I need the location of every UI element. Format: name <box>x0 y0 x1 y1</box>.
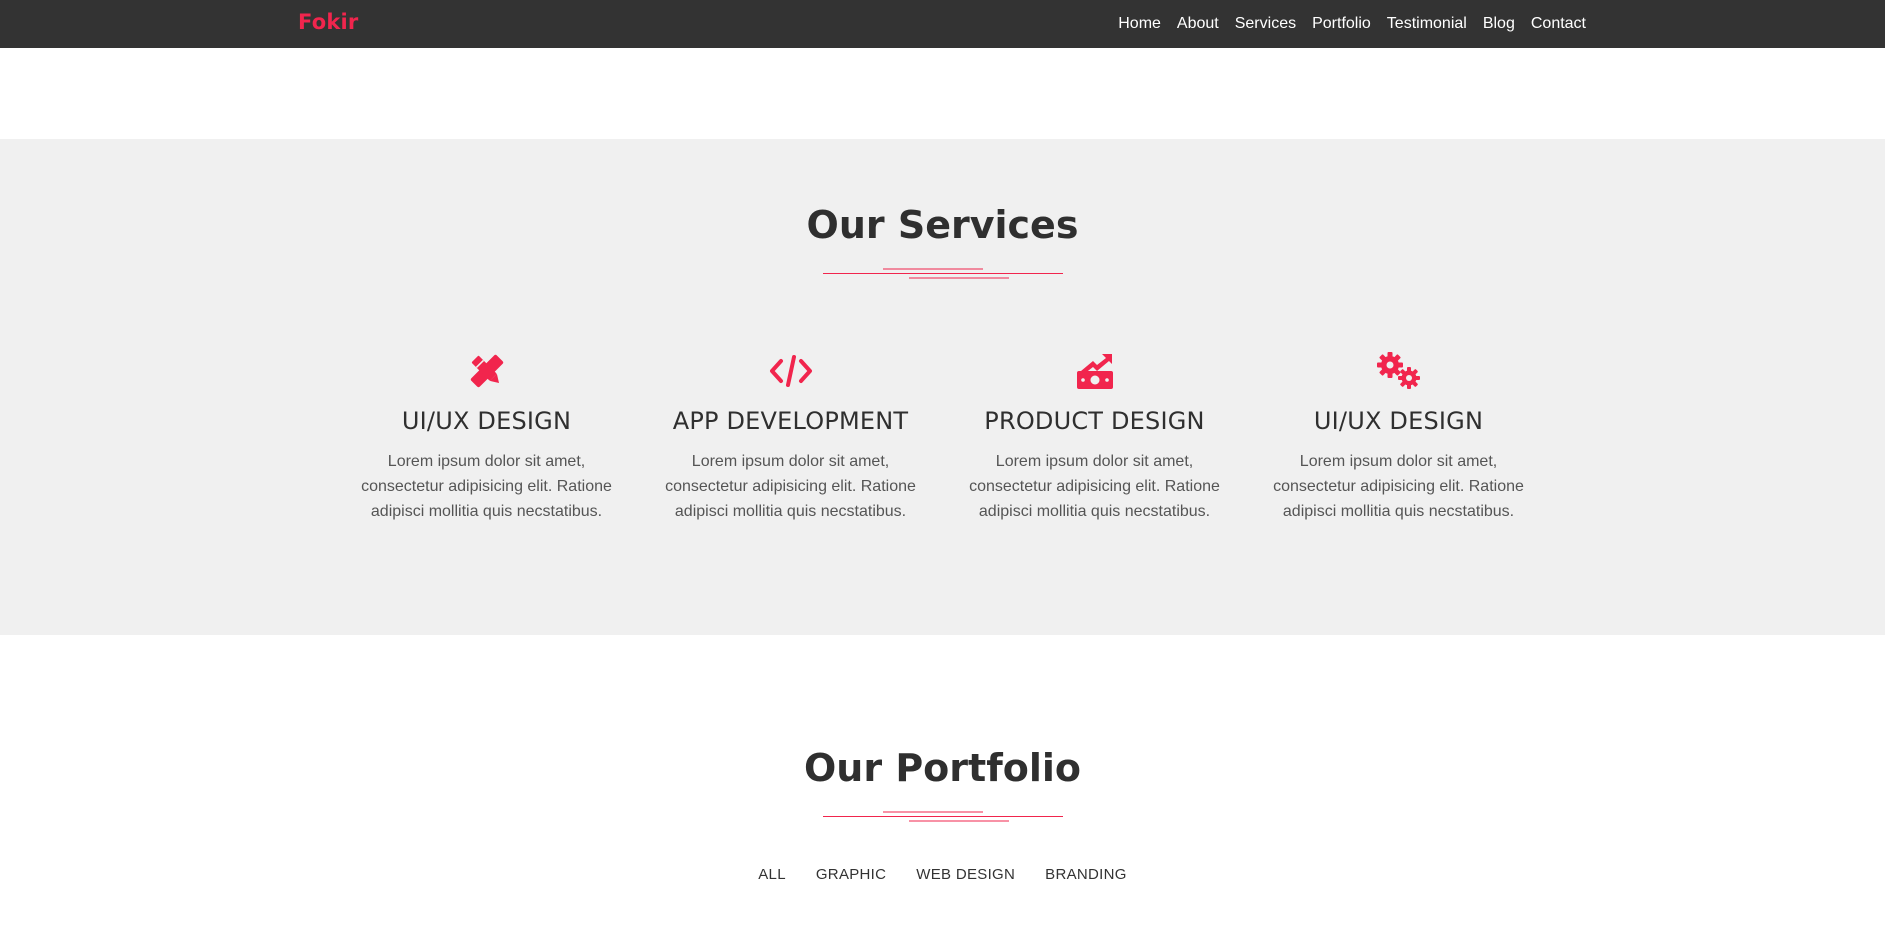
services-title-underline <box>0 266 1885 282</box>
service-card: UI/UX DESIGN Lorem ipsum dolor sit amet,… <box>1247 349 1551 524</box>
service-description: Lorem ipsum dolor sit amet, consectetur … <box>969 453 1220 520</box>
services-grid: UI/UX DESIGN Lorem ipsum dolor sit amet,… <box>0 349 1885 524</box>
nav-portfolio-link[interactable]: Portfolio <box>1312 15 1371 33</box>
code-icon <box>639 349 943 393</box>
service-card: APP DEVELOPMENT Lorem ipsum dolor sit am… <box>639 349 943 524</box>
portfolio-title: Our Portfolio <box>804 746 1081 790</box>
service-title: APP DEVELOPMENT <box>672 407 909 435</box>
gears-icon <box>1247 349 1551 393</box>
nav-about-link[interactable]: About <box>1177 15 1219 33</box>
service-title: UI/UX DESIGN <box>1313 407 1484 435</box>
top-navbar: Fokir Home About Services Portfolio Test… <box>0 0 1885 48</box>
filter-branding[interactable]: BRANDING <box>1045 866 1127 883</box>
nav-blog-link[interactable]: Blog <box>1483 15 1515 33</box>
service-card: UI/UX DESIGN Lorem ipsum dolor sit amet,… <box>335 349 639 524</box>
filter-graphic[interactable]: GRAPHIC <box>816 866 886 883</box>
filter-web-design[interactable]: WEB DESIGN <box>916 866 1015 883</box>
service-description: Lorem ipsum dolor sit amet, consectetur … <box>665 453 916 520</box>
nav-contact-link[interactable]: Contact <box>1531 15 1586 33</box>
main-nav: Home About Services Portfolio Testimonia… <box>1118 0 1586 48</box>
portfolio-filter-bar: ALL GRAPHIC WEB DESIGN BRANDING <box>0 866 1885 883</box>
nav-testimonial-link[interactable]: Testimonial <box>1387 15 1467 33</box>
nav-services-link[interactable]: Services <box>1235 15 1296 33</box>
pencil-ruler-icon <box>335 349 639 393</box>
services-title: Our Services <box>806 203 1079 247</box>
brand-logo[interactable]: Fokir <box>298 10 358 34</box>
service-title: PRODUCT DESIGN <box>984 407 1205 435</box>
service-description: Lorem ipsum dolor sit amet, consectetur … <box>361 453 612 520</box>
money-chart-icon <box>943 349 1247 393</box>
filter-all[interactable]: ALL <box>758 866 786 883</box>
service-description: Lorem ipsum dolor sit amet, consectetur … <box>1273 453 1524 520</box>
service-card: PRODUCT DESIGN Lorem ipsum dolor sit ame… <box>943 349 1247 524</box>
portfolio-title-underline <box>0 809 1885 825</box>
services-section: Our Services UI/UX DESIGN Lorem ipsum do… <box>0 139 1885 635</box>
nav-home-link[interactable]: Home <box>1118 15 1161 33</box>
service-title: UI/UX DESIGN <box>401 407 572 435</box>
